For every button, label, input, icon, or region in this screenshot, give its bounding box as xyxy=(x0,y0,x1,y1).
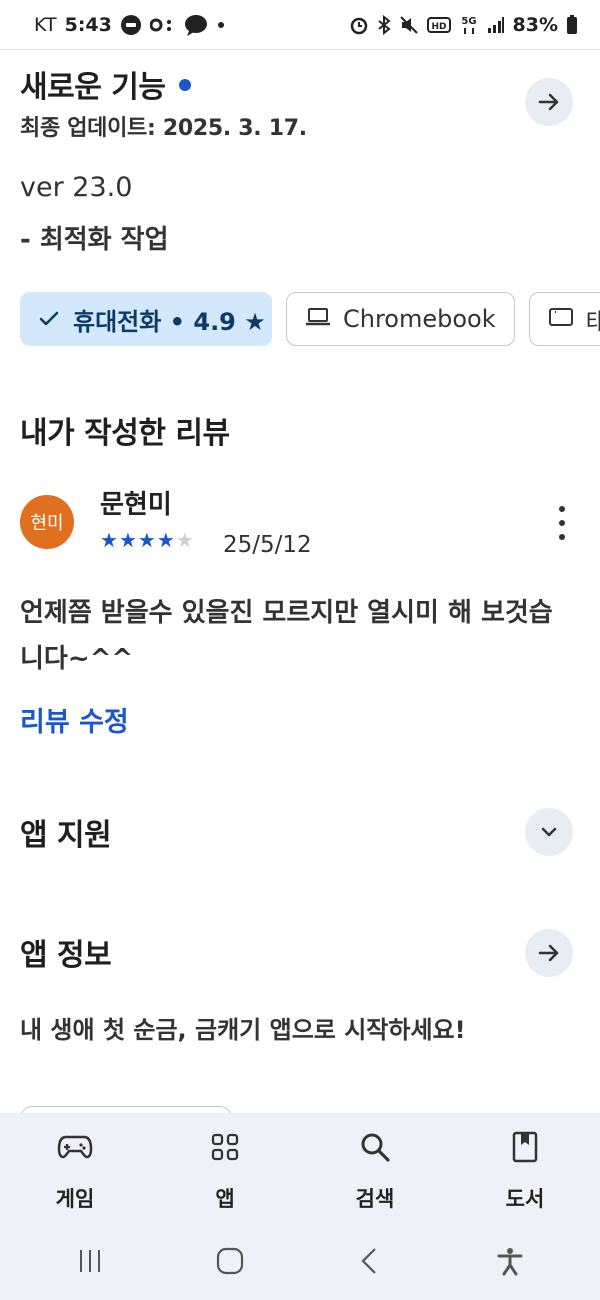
whats-new-arrow-button[interactable] xyxy=(525,78,573,126)
messenger-icon xyxy=(149,15,176,35)
star-icon: ★ xyxy=(118,528,137,552)
reviewer-name: 문현미 xyxy=(100,490,172,520)
review-more-options-icon[interactable] xyxy=(552,506,572,540)
app-support-expand-button[interactable] xyxy=(525,808,573,856)
more-notifications-icon xyxy=(216,20,226,30)
back-icon[interactable] xyxy=(355,1246,385,1280)
device-chips: 휴대전화 • 4.9 ★ Chromebook 태 xyxy=(20,292,600,346)
home-icon[interactable] xyxy=(215,1246,245,1280)
avatar: 현미 xyxy=(20,495,74,549)
apps-grid-icon xyxy=(210,1127,240,1167)
nav-search-label: 검색 xyxy=(355,1187,395,1211)
version-label: ver 23.0 xyxy=(20,172,133,203)
nav-apps[interactable]: 앱 xyxy=(150,1113,300,1225)
svg-text:HD: HD xyxy=(431,22,446,32)
chat-icon xyxy=(184,14,208,36)
nav-games-label: 게임 xyxy=(55,1187,95,1211)
battery-icon xyxy=(566,15,578,35)
app-notification-icon xyxy=(120,14,142,36)
mute-icon xyxy=(399,15,419,35)
edit-review-link[interactable]: 리뷰 수정 xyxy=(20,700,129,739)
bluetooth-icon xyxy=(377,15,391,35)
recent-apps-icon[interactable] xyxy=(75,1246,105,1280)
tablet-icon xyxy=(548,305,574,333)
star-icon: ★ xyxy=(100,528,118,552)
app-info-title: 앱 정보 xyxy=(20,938,112,973)
nav-books[interactable]: 도서 xyxy=(450,1113,600,1225)
chip-chromebook-label: Chromebook xyxy=(343,305,496,333)
chevron-down-icon xyxy=(541,827,557,837)
review-text: 언제쯤 받을수 있을진 모르지만 열시미 해 보것습니다~^^ xyxy=(20,598,553,674)
accessibility-icon[interactable] xyxy=(495,1246,525,1280)
laptop-icon xyxy=(305,305,331,333)
chip-phone[interactable]: 휴대전화 • 4.9 ★ xyxy=(20,292,272,346)
app-info-arrow-button[interactable] xyxy=(525,929,573,977)
status-divider xyxy=(0,49,600,50)
status-bar: KT 5:43 HD 5G 83% xyxy=(0,0,600,50)
star-empty-icon: ★ xyxy=(175,528,194,552)
nav-search[interactable]: 검색 xyxy=(300,1113,450,1225)
review-date: 25/5/12 xyxy=(223,532,312,558)
my-review-header: 내가 작성한 리뷰 xyxy=(20,408,230,452)
gamepad-icon xyxy=(57,1127,93,1167)
system-nav-bar xyxy=(0,1225,600,1300)
star-icon: ★ xyxy=(137,528,156,552)
battery-percent: 83% xyxy=(512,14,558,36)
star-icon: ★ xyxy=(156,528,175,552)
bottom-nav: 게임 앱 검색 도서 xyxy=(0,1113,600,1225)
search-icon xyxy=(359,1127,391,1167)
change-note: - 최적화 작업 xyxy=(20,225,169,255)
last-updated: 최종 업데이트: 2025. 3. 17. xyxy=(20,116,307,141)
new-indicator-dot xyxy=(179,79,192,91)
chip-tablet[interactable]: 태 xyxy=(528,292,600,346)
carrier-label: KT xyxy=(34,14,57,36)
whats-new-header: 새로운 기능 xyxy=(20,62,192,106)
app-description: 내 생애 첫 순금, 금캐기 앱으로 시작하세요! xyxy=(20,1016,466,1044)
nav-games[interactable]: 게임 xyxy=(0,1113,150,1225)
whats-new-title: 새로운 기능 xyxy=(20,70,166,105)
alarm-icon xyxy=(349,15,369,35)
check-icon xyxy=(39,305,59,333)
app-support-title: 앱 지원 xyxy=(20,818,112,853)
book-icon xyxy=(511,1127,539,1167)
rating-stars: ★ ★ ★ ★ ★ xyxy=(100,528,194,552)
arrow-right-icon xyxy=(538,93,559,111)
svg-text:5G: 5G xyxy=(461,16,476,27)
chip-tablet-label: 태 xyxy=(585,307,600,336)
arrow-right-icon xyxy=(538,944,559,962)
5g-icon: 5G xyxy=(459,14,479,36)
app-support-header[interactable]: 앱 지원 xyxy=(20,810,112,854)
my-review-title: 내가 작성한 리뷰 xyxy=(20,416,230,451)
chip-phone-label: 휴대전화 • 4.9 ★ xyxy=(73,307,266,336)
app-info-header[interactable]: 앱 정보 xyxy=(20,930,112,974)
nav-books-label: 도서 xyxy=(505,1187,545,1211)
nav-apps-label: 앱 xyxy=(215,1187,235,1211)
signal-icon xyxy=(487,16,505,34)
clock: 5:43 xyxy=(64,14,112,36)
chip-chromebook[interactable]: Chromebook xyxy=(286,292,515,346)
hd-voice-icon: HD xyxy=(426,16,451,34)
